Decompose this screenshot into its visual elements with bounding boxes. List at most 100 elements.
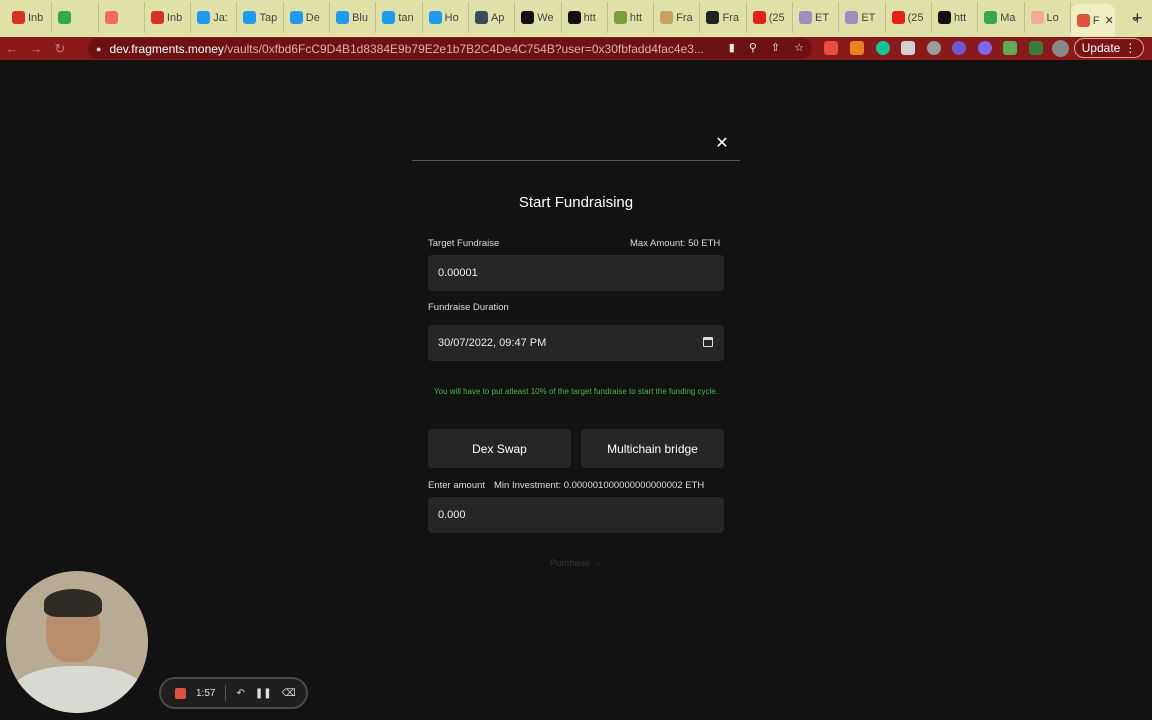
stop-recording-button[interactable]	[175, 687, 186, 699]
more-menu-icon: ⋮	[1124, 41, 1137, 55]
youtube-icon	[891, 11, 905, 24]
undo-icon[interactable]: ↶	[236, 688, 244, 699]
tab-label: (25	[768, 11, 785, 24]
puzzle-icon[interactable]	[1003, 41, 1017, 55]
grammarly-icon[interactable]	[876, 41, 890, 55]
camera-blocked-icon[interactable]: ▮	[729, 41, 735, 54]
moon-icon[interactable]	[927, 41, 941, 55]
browser-tab[interactable]: Fra	[654, 2, 701, 33]
browser-tab[interactable]: F ✕	[1070, 4, 1115, 37]
tab-label: Blu	[352, 11, 368, 24]
tab-label: Ma	[1000, 11, 1016, 24]
close-tab-icon[interactable]: ✕	[1105, 14, 1114, 27]
recording-icon	[1076, 14, 1090, 27]
twitter-icon	[382, 11, 396, 24]
browser-tab[interactable]: Ma	[978, 2, 1025, 33]
triangle-icon	[937, 11, 951, 24]
browser-tab[interactable]: Ap	[469, 2, 516, 33]
target-fundraise-input[interactable]: 0.00001	[428, 255, 724, 291]
browser-tab[interactable]: Tap	[237, 2, 284, 33]
metamask-icon[interactable]	[850, 41, 864, 55]
avatar[interactable]	[1052, 40, 1069, 57]
webcam-bubble[interactable]	[6, 571, 148, 713]
update-button[interactable]: Update ⋮	[1074, 38, 1144, 58]
reload-icon[interactable]: ↻	[48, 41, 72, 57]
browser-tab[interactable]: De	[284, 2, 331, 33]
circle-logo-icon	[521, 11, 535, 24]
eth-icon	[845, 11, 859, 24]
zoom-icon[interactable]: ⚲	[749, 41, 757, 54]
tab-search-chevron-icon[interactable]: ⌄	[1130, 10, 1140, 24]
gmail-icon	[12, 11, 25, 24]
drive-icon	[984, 11, 998, 24]
address-bar[interactable]: ● dev.fragments.money/vaults/0xfbd6FcC9D…	[88, 38, 812, 59]
divider	[225, 685, 227, 701]
target-fundraise-label: Target Fundraise	[428, 238, 500, 249]
browser-tab-strip: Inb Inb Ja: Tap De Blu tan Ho Ap We htt htt Fra Fra (2…	[0, 0, 1152, 37]
share-icon[interactable]: ⇧	[771, 41, 780, 54]
forward-icon[interactable]: →	[24, 41, 48, 56]
eth-icon	[799, 11, 813, 24]
browser-tab[interactable]: Ho	[423, 2, 469, 33]
multichain-bridge-button[interactable]: Multichain bridge	[581, 429, 724, 468]
settings-icon[interactable]	[978, 41, 992, 55]
modal-divider	[412, 160, 740, 161]
tab-label: (25	[907, 11, 924, 24]
browser-tab[interactable]: Lo	[1025, 2, 1071, 33]
browser-tab[interactable]	[52, 2, 99, 33]
browser-tab[interactable]: Inb	[6, 2, 53, 33]
fundraise-duration-input[interactable]: 30/07/2022, 09:47 PM	[428, 325, 724, 361]
browser-tab[interactable]: ET	[839, 2, 886, 33]
browser-tab[interactable]: (25	[886, 2, 932, 33]
close-icon[interactable]: ✕	[713, 133, 731, 153]
max-amount-label: Max Amount: 50 ETH	[630, 238, 721, 249]
feather-icon	[613, 11, 627, 24]
browser-tab[interactable]: htt	[932, 2, 979, 33]
browser-tab[interactable]: htt	[562, 2, 608, 33]
calendar-icon[interactable]	[703, 337, 713, 347]
pause-icon[interactable]: ❚❚	[255, 688, 272, 699]
bookmark-star-icon[interactable]: ☆	[794, 41, 804, 54]
tab-label: htt	[953, 11, 967, 24]
amount-value: 0.000	[438, 509, 466, 521]
trash-icon[interactable]: ⌫	[282, 688, 296, 699]
tab-label: Tap	[259, 11, 278, 24]
browser-tab[interactable]: tan	[376, 2, 423, 33]
browser-tab[interactable]: Fra	[700, 2, 747, 33]
tab-label: Inb	[28, 11, 44, 24]
arrow-right-icon: →	[592, 558, 603, 569]
purchase-button[interactable]: Purchase →	[428, 558, 724, 569]
browser-tab[interactable]: ET	[793, 2, 840, 33]
browser-tab[interactable]: Blu	[330, 2, 377, 33]
lock-icon: ●	[96, 43, 102, 54]
extension-icon[interactable]	[824, 41, 838, 55]
browser-tab[interactable]	[99, 2, 145, 33]
tab-label: Ho	[444, 11, 459, 24]
dex-swap-button[interactable]: Dex Swap	[428, 429, 571, 468]
extension-icon[interactable]	[952, 41, 966, 55]
back-icon[interactable]: ←	[0, 41, 24, 56]
asana-icon	[104, 11, 118, 24]
browser-tab[interactable]: htt	[608, 2, 655, 33]
recording-timer: 1:57	[196, 687, 216, 699]
browser-tab[interactable]: Inb	[145, 2, 192, 33]
tab-label: Ja:	[213, 11, 228, 24]
page-content: ✕ Start Fundraising Target Fundraise Max…	[0, 60, 1152, 720]
tab-label: htt	[629, 11, 643, 24]
tab-label: htt	[583, 11, 596, 24]
minimum-contribution-note: You will have to put atleast 10% of the …	[434, 387, 718, 396]
twitter-icon	[289, 11, 303, 24]
browser-tab[interactable]: (25	[747, 2, 794, 33]
twitter-icon	[428, 11, 442, 24]
amount-input[interactable]: 0.000	[428, 497, 724, 533]
browser-tab[interactable]: Ja:	[191, 2, 238, 33]
extension-icon[interactable]	[901, 41, 915, 55]
url-path: /vaults/0xfbd6FcC9D4B1d8384E9b79E2e1b7B2…	[223, 41, 704, 56]
gmail-icon	[150, 11, 164, 24]
sidebar-icon[interactable]	[1029, 41, 1043, 55]
url-host: dev.fragments.money	[109, 41, 224, 56]
browser-tab[interactable]: We	[515, 2, 562, 33]
tab-label: Ap	[490, 11, 505, 24]
twitter-icon	[243, 11, 257, 24]
tab-label: ET	[815, 11, 830, 24]
